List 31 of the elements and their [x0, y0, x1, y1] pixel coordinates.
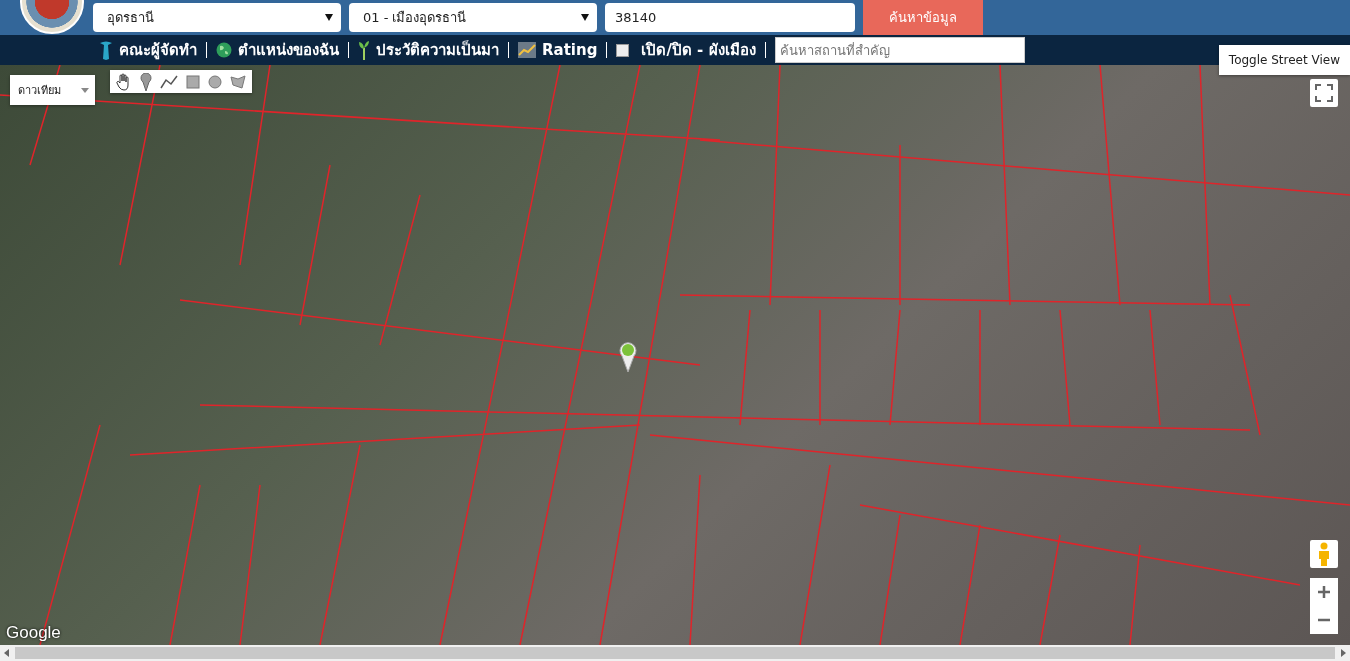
marker-icon[interactable]: [140, 72, 152, 91]
map-type-select[interactable]: ดาวเทียม: [10, 75, 95, 105]
checkbox[interactable]: [616, 43, 630, 57]
pegman-icon: [1317, 542, 1331, 566]
dropdown-arrow-icon: [81, 87, 89, 93]
nav-link[interactable]: Rating: [512, 41, 604, 59]
globe-icon: [216, 42, 232, 58]
polygon-icon[interactable]: [230, 74, 246, 89]
nav-link[interactable]: ประวัติความเป็นมา: [352, 38, 505, 62]
town-plan-toggle[interactable]: เปิด/ปิด - ผังเมือง: [610, 38, 762, 62]
square-icon[interactable]: [186, 74, 200, 89]
polyline-icon[interactable]: [160, 74, 178, 89]
place-search-field[interactable]: ค้นหาสถานที่สำคัญ: [774, 37, 1025, 63]
chart-icon: [518, 42, 536, 58]
toggle-street-view-button[interactable]: Toggle Street View: [1218, 45, 1350, 75]
nav-link[interactable]: คณะผู้จัดทำ: [93, 38, 203, 62]
hand-icon[interactable]: [116, 72, 132, 91]
province-select[interactable]: อุดรธานี: [93, 3, 341, 32]
sprout-icon: [358, 40, 370, 60]
tie-icon: [99, 40, 113, 60]
fullscreen-button[interactable]: [1310, 79, 1338, 107]
fullscreen-icon: [1315, 84, 1333, 102]
circle-icon[interactable]: [208, 74, 222, 89]
map-marker-icon: [618, 342, 638, 372]
plus-icon: [1317, 585, 1331, 599]
postcode-field[interactable]: 38140: [605, 3, 855, 32]
district-select[interactable]: 01 - เมืองอุดรธานี: [349, 3, 597, 32]
nav-link[interactable]: ตำแหน่งของฉัน: [210, 38, 345, 62]
dropdown-arrow-icon: [581, 14, 589, 21]
dropdown-arrow-icon: [325, 14, 333, 21]
horizontal-scrollbar[interactable]: [0, 645, 1350, 661]
